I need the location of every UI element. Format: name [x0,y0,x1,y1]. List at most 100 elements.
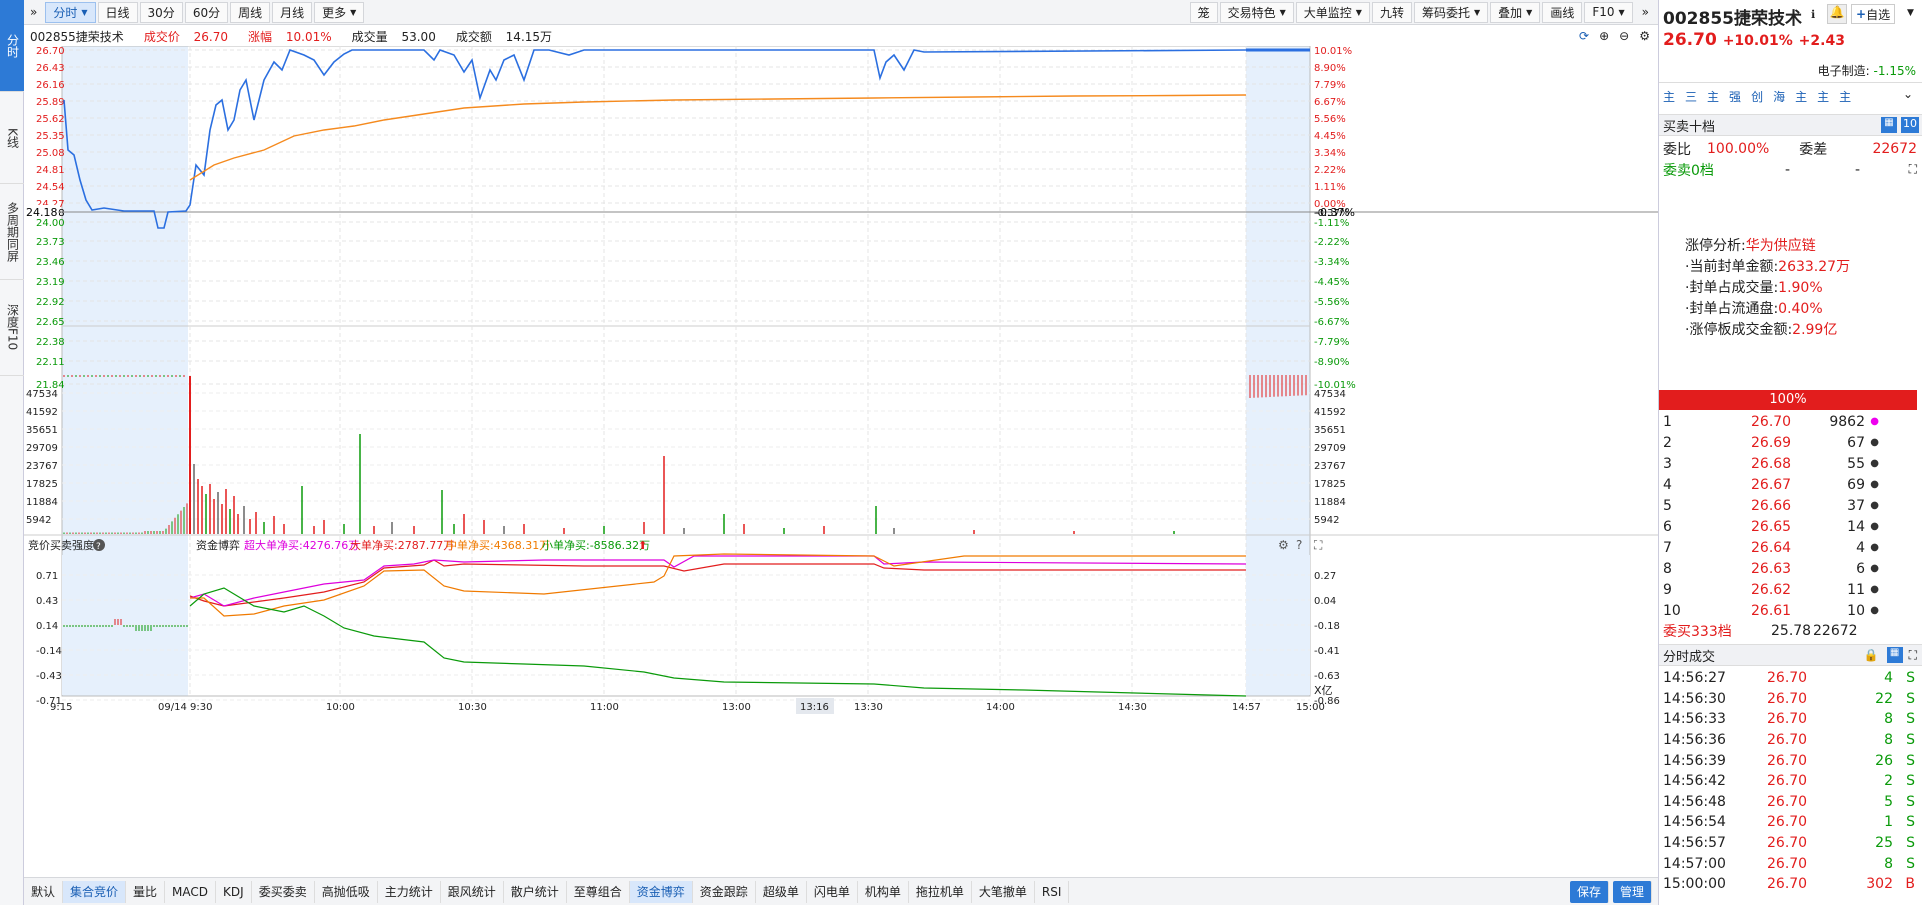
tool-button-1[interactable]: 交易特色 ▼ [1219,1,1294,23]
tag-chip[interactable]: 主 [1817,88,1829,105]
tag-chip[interactable]: 强 [1729,88,1741,105]
indicator-tab-12[interactable]: 资金跟踪 [693,880,756,903]
bell-icon[interactable]: 🔔 [1827,4,1847,24]
tool-button-4[interactable]: 筹码委托 ▼ [1413,1,1489,23]
tool-button-2[interactable]: 大单监控 ▼ [1295,1,1370,23]
bid-level-row[interactable]: 8 26.63 6 ● [1659,558,1922,579]
tool-button-5[interactable]: 叠加 ▼ [1490,1,1541,23]
price-tick-left: 24.54 [36,182,65,193]
save-button[interactable]: 保存 [1569,880,1609,903]
analysis-row: ·封单占流通盘:0.40% [1685,299,1850,320]
zoom-out-icon[interactable]: ⊖ [1619,29,1629,43]
tool-button-0[interactable]: 笼 [1189,1,1218,23]
bid-level-row[interactable]: 10 26.61 10 ● [1659,600,1922,621]
indicator-tab-8[interactable]: 跟风统计 [441,880,504,903]
intraday-chart[interactable]: 26.70 10.01% 26.43 8.90% 26.16 7.79% 25.89 6.67… [24,46,1658,858]
bid-volume: 67 [1847,434,1865,451]
bid-level-row[interactable]: 9 26.62 11 ● [1659,579,1922,600]
stock-title: 捷荣技术 [1733,9,1802,29]
tool-button-3[interactable]: 九转 [1371,1,1412,23]
help-icon[interactable]: ? [1296,538,1302,552]
analysis-value: 2633.27万 [1778,259,1851,275]
bid-volume: 55 [1847,455,1865,472]
price-tick-left: 23.73 [36,237,65,248]
indicator-tab-13[interactable]: 超级单 [756,880,807,903]
tool-button-7[interactable]: F10 ▼ [1584,1,1633,23]
period-tab-0[interactable]: 分时 ▼ [45,1,96,23]
analysis-row: ·涨停板成交金额:2.99亿 [1685,320,1850,341]
indicator-tab-3[interactable]: MACD [165,880,217,903]
chevron-down-icon[interactable]: ▼ [1907,8,1914,18]
indicator-tab-18[interactable]: RSI [1035,880,1070,903]
period-tab-1[interactable]: 日线 [97,1,138,23]
indicator-tab-16[interactable]: 拖拉机单 [909,880,972,903]
bid-level-row[interactable]: 1 26.70 9862 ● [1659,411,1922,432]
grid-view-icon[interactable]: ▦ [1886,647,1903,663]
expand-icon[interactable]: ⛶ [1909,648,1917,663]
tick-side: S [1906,793,1915,810]
refresh-icon[interactable]: ⟳ [1579,29,1589,43]
add-favorite-button[interactable]: + 自选 [1851,4,1896,24]
period-tab-3[interactable]: 60分 [184,1,229,23]
tag-chip[interactable]: 海 [1773,88,1785,105]
sidebar-tab-intraday[interactable]: 分时 [0,0,24,92]
tag-chip[interactable]: 主 [1839,88,1851,105]
period-tab-2[interactable]: 30分 [139,1,183,23]
chevron-double-right-icon[interactable]: » [24,2,43,23]
chevron-double-down-icon[interactable]: ⌄ [1903,87,1913,101]
sidebar-tab-multi-period[interactable]: 多周期同屏 [0,184,24,280]
indicator-tab-15[interactable]: 机构单 [858,880,909,903]
tag-chip[interactable]: 主 [1795,88,1807,105]
indicator-tab-4[interactable]: KDJ [216,880,252,903]
expand-icon[interactable]: ⛶ [1909,162,1917,177]
indicator-tab-14[interactable]: 闪电单 [807,880,858,903]
bid-volume: 6 [1856,560,1865,577]
tag-chip[interactable]: 主 [1707,88,1719,105]
period-tab-5[interactable]: 月线 [272,1,313,23]
info-icon[interactable]: ℹ [1811,8,1815,21]
chevron-double-right-icon[interactable]: » [1635,2,1656,23]
indicator-tab-10[interactable]: 至尊组合 [567,880,630,903]
sidebar-tab-label: K线 [5,127,20,148]
bid-dot-icon: ● [1870,479,1879,490]
bid-level-row[interactable]: 5 26.66 37 ● [1659,495,1922,516]
tick-row: 14:56:39 26.70 26 S [1659,750,1922,771]
bid-level-row[interactable]: 7 26.64 4 ● [1659,537,1922,558]
indicator-tab-1[interactable]: 集合竞价 [63,880,127,903]
tick-time: 14:56:42 [1663,773,1726,790]
ratio-value: 100.00% [1707,140,1770,157]
sidebar-tab-kline[interactable]: K线 [0,92,24,184]
indicator-tab-5[interactable]: 委买委卖 [252,880,315,903]
period-tab-6[interactable]: 更多 ▼ [314,1,365,23]
tag-chip[interactable]: 主 [1663,88,1675,105]
bid-price: 26.64 [1751,539,1792,556]
lock-icon[interactable]: 🔒 [1864,648,1879,662]
expand-icon[interactable]: ⛶ [1313,538,1323,552]
period-tab-4[interactable]: 周线 [230,1,271,23]
large-flow: 大单净买:2787.77万 [350,538,454,552]
manage-button[interactable]: 管理 [1612,880,1652,903]
super-large-flow: 超大单净买:4276.76万 [244,538,359,552]
indicator-tab-17[interactable]: 大笔撤单 [972,880,1035,903]
bid-level-row[interactable]: 4 26.67 69 ● [1659,474,1922,495]
grid-view-icon[interactable]: ▦ [1881,117,1897,133]
bid-level-row[interactable]: 6 26.65 14 ● [1659,516,1922,537]
depth-10-button[interactable]: 10 [1901,117,1919,133]
zoom-in-icon[interactable]: ⊕ [1599,29,1609,43]
tool-button-6[interactable]: 画线 [1542,1,1583,23]
indicator-tab-2[interactable]: 量比 [126,880,166,903]
price-line [63,48,1247,229]
bid-level-row[interactable]: 2 26.69 67 ● [1659,432,1922,453]
indicator-tab-9[interactable]: 散户统计 [504,880,567,903]
tag-chip[interactable]: 三 [1685,88,1697,105]
tag-chip[interactable]: 创 [1751,88,1763,105]
indicator-tab-11[interactable]: 资金博弈 [629,880,693,903]
indicator-tab-0[interactable]: 默认 [24,880,64,903]
gear-icon[interactable]: ⚙ [1639,29,1650,43]
gear-icon[interactable]: ⚙ [1278,538,1289,552]
indicator-tab-6[interactable]: 高抛低吸 [315,880,378,903]
bid-level-row[interactable]: 3 26.68 55 ● [1659,453,1922,474]
sidebar-tab-f10[interactable]: 深度F10 [0,280,24,376]
bid-level-index: 5 [1663,497,1672,514]
indicator-tab-7[interactable]: 主力统计 [378,880,441,903]
